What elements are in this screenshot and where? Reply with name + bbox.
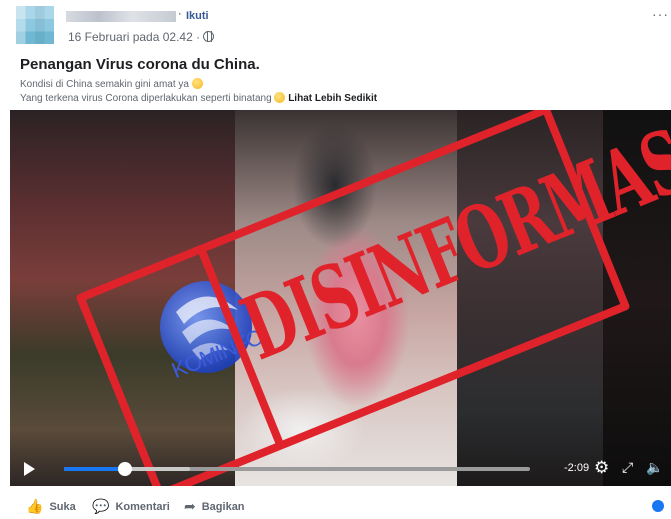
like-icon: 👍 <box>26 498 44 514</box>
avatar[interactable] <box>16 6 54 44</box>
settings-icon[interactable]: ⚙ <box>594 458 609 478</box>
post-title: Penangan Virus corona du China. <box>20 56 260 73</box>
blurred-author-name[interactable] <box>66 11 176 22</box>
share-label: Bagikan <box>201 500 245 513</box>
remaining-time: -2:09 <box>564 462 590 474</box>
globe-icon <box>203 31 215 42</box>
follow-separator: · <box>178 8 182 20</box>
see-less-link[interactable]: Lihat Lebih Sedikit <box>288 93 377 104</box>
comment-icon: 💬 <box>92 498 110 514</box>
comment-label: Komentari <box>115 500 170 513</box>
volume-icon[interactable]: 🔈 <box>646 459 663 476</box>
like-button[interactable]: 👍 Suka <box>26 498 76 515</box>
comment-button[interactable]: 💬 Komentari <box>92 498 170 515</box>
emoji-icon <box>274 92 286 103</box>
seek-bar-played <box>64 467 125 471</box>
fullscreen-icon[interactable]: ⤢ <box>622 459 633 476</box>
post-text-line-1: Kondisi di China semakin gini amat ya <box>20 78 203 90</box>
post-meta: 16 Februari pada 02.42 · <box>68 30 215 44</box>
video-player[interactable]: KOMINFO DISINFORMASI <box>10 110 671 486</box>
post-actions: 👍 Suka 💬 Komentari ➦ Bagikan <box>26 498 666 518</box>
reaction-icon[interactable] <box>652 500 664 512</box>
emoji-icon <box>191 78 203 89</box>
more-options-icon[interactable]: ··· <box>652 6 669 22</box>
seek-handle[interactable] <box>117 462 132 476</box>
seek-bar[interactable] <box>64 462 530 476</box>
video-controls: -2:09 ⚙ ⤢ 🔈 <box>10 450 671 486</box>
follow-link[interactable]: Ikuti <box>186 10 209 22</box>
post-date[interactable]: 16 Februari pada 02.42 · <box>68 30 200 44</box>
post-text-line-1-text: Kondisi di China semakin gini amat ya <box>20 79 189 90</box>
share-icon: ➦ <box>184 498 196 514</box>
share-button[interactable]: ➦ Bagikan <box>184 498 245 515</box>
post-text-line-2: Yang terkena virus Corona diperlakukan s… <box>20 92 377 104</box>
like-label: Suka <box>49 500 76 513</box>
post-text-line-2-text: Yang terkena virus Corona diperlakukan s… <box>20 93 272 104</box>
play-icon[interactable] <box>24 462 35 476</box>
